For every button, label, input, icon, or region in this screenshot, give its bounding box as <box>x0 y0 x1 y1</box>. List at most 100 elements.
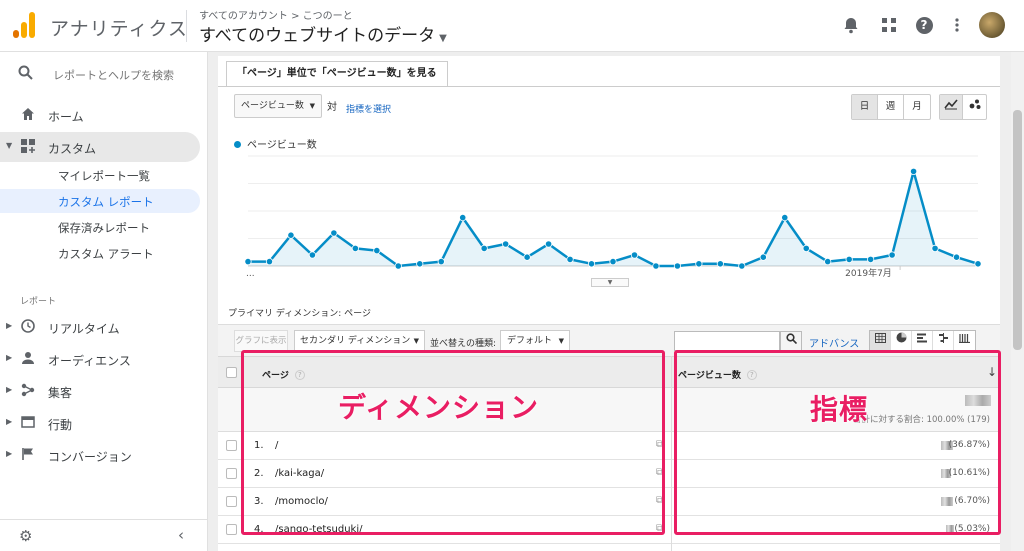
data-point <box>437 258 445 266</box>
data-point <box>759 253 767 261</box>
bell-icon[interactable] <box>840 14 862 36</box>
data-table-icon[interactable] <box>870 331 891 351</box>
data-point <box>909 167 918 175</box>
sidebar-subitem-custom-reports[interactable]: カスタム レポート <box>0 189 200 213</box>
sidebar-item-label: ホーム <box>48 110 84 124</box>
data-point <box>609 258 617 266</box>
metric-select[interactable]: ページビュー数 ▼ <box>234 94 322 118</box>
data-point <box>502 240 510 248</box>
data-point <box>802 244 810 253</box>
period-day-button[interactable]: 日 <box>852 95 878 119</box>
data-point <box>781 213 789 222</box>
chart-type-toggle <box>939 94 987 120</box>
motion-chart-icon[interactable] <box>963 95 986 119</box>
chart-collapse-handle[interactable]: ▼ <box>591 278 629 287</box>
sidebar-subitem-label: マイレポート一覧 <box>58 169 150 183</box>
advanced-filter-link[interactable]: アドバンス <box>809 335 859 350</box>
data-point <box>587 260 596 268</box>
metric-annotation-box <box>674 350 1001 535</box>
plot-rows-button[interactable]: グラフに表示 <box>234 330 288 352</box>
app-title: アナリティクス <box>50 18 188 40</box>
pivot-table-icon[interactable] <box>954 331 975 351</box>
dashboard-plus-icon <box>20 139 36 155</box>
comparison-icon[interactable] <box>933 331 954 351</box>
data-point <box>373 247 381 255</box>
sidebar-item-label: 行動 <box>48 418 73 432</box>
sidebar-item-realtime[interactable]: ▶ リアルタイム <box>0 312 200 342</box>
user-avatar[interactable] <box>979 12 1005 38</box>
data-point <box>265 258 274 266</box>
sort-type-select[interactable]: デフォルト ▼ <box>500 330 570 352</box>
chevron-left-icon[interactable]: ‹ <box>178 526 184 544</box>
gear-icon[interactable]: ⚙ <box>19 527 32 545</box>
sidebar-item-conversions[interactable]: ▶ コンバージョン <box>0 440 200 470</box>
data-point <box>480 244 488 253</box>
sidebar-item-behavior[interactable]: ▶ 行動 <box>0 408 200 438</box>
person-icon <box>20 351 36 367</box>
account-breadcrumb[interactable]: すべてのアカウント > こつのーと <box>199 7 353 22</box>
apps-grid-icon[interactable] <box>878 14 900 36</box>
expand-right-icon: ▶ <box>6 385 13 394</box>
column-divider <box>671 356 672 551</box>
dimension-annotation-label: ディメンション <box>338 391 540 424</box>
tab-divider <box>218 86 1000 87</box>
expand-right-icon: ▶ <box>6 449 13 458</box>
pageviews-line-chart[interactable]: ... 2019年7月 <box>228 152 988 278</box>
more-vert-icon[interactable] <box>946 14 968 36</box>
sort-type-value: デフォルト <box>507 336 553 346</box>
report-tab[interactable]: 「ページ」単位で「ページビュー数」を見る <box>226 61 448 87</box>
data-point <box>824 258 832 266</box>
page-scrollbar-thumb[interactable] <box>1013 110 1022 350</box>
help-icon[interactable]: ? <box>913 14 935 36</box>
data-point <box>716 260 724 268</box>
legend-swatch <box>234 141 241 148</box>
sidebar-item-home[interactable]: ホーム <box>0 100 200 130</box>
row-checkbox[interactable] <box>226 524 237 535</box>
sidebar-subitem-label: 保存済みレポート <box>58 221 150 235</box>
flag-icon <box>20 447 36 463</box>
data-point <box>931 244 939 253</box>
row-checkbox[interactable] <box>226 468 237 479</box>
sidebar-subitem-custom-alerts[interactable]: カスタム アラート <box>0 241 200 265</box>
sidebar-subitem-my-reports[interactable]: マイレポート一覧 <box>0 163 200 187</box>
select-all-checkbox[interactable] <box>226 367 237 378</box>
period-week-button[interactable]: 週 <box>878 95 904 119</box>
sidebar-item-acquisition[interactable]: ▶ 集客 <box>0 376 200 406</box>
pie-chart-icon[interactable] <box>891 331 912 351</box>
row-checkbox[interactable] <box>226 440 237 451</box>
sidebar-item-audience[interactable]: ▶ オーディエンス <box>0 344 200 374</box>
caret-down-icon: ▼ <box>309 102 315 110</box>
secondary-dimension-select[interactable]: セカンダリ ディメンション ▼ <box>294 330 425 352</box>
line-chart-icon[interactable] <box>940 95 963 119</box>
sidebar-item-custom[interactable]: ▼ カスタム <box>0 132 200 162</box>
data-point <box>888 251 896 259</box>
expand-right-icon: ▶ <box>6 353 13 362</box>
top-header: アナリティクス すべてのアカウント > こつのーと すべてのウェブサイトのデータ… <box>0 0 1024 52</box>
primary-dimension-label: プライマリ ディメンション: ページ <box>228 309 371 319</box>
search-icon <box>18 65 33 84</box>
performance-bars-icon[interactable] <box>912 331 933 351</box>
data-point <box>845 255 853 264</box>
x-tick-label: ... <box>246 269 255 278</box>
period-month-button[interactable]: 月 <box>904 95 930 119</box>
series-area <box>248 171 978 266</box>
behavior-icon <box>20 415 36 431</box>
choose-metric-link[interactable]: 指標を選択 <box>346 102 391 115</box>
search-icon[interactable] <box>780 331 802 351</box>
table-search-input[interactable] <box>674 331 780 351</box>
caret-down-icon: ▼ <box>439 33 447 44</box>
sidebar-subitem-saved-reports[interactable]: 保存済みレポート <box>0 215 200 239</box>
header-divider <box>186 10 187 42</box>
data-point <box>867 255 875 264</box>
sidebar-footer: ⚙ ‹ <box>0 519 208 551</box>
data-point <box>566 255 574 264</box>
sidebar-search[interactable]: レポートとヘルプを検索 <box>0 52 208 96</box>
sidebar: レポートとヘルプを検索 ホーム ▼ カスタム マイレポート一覧 カスタム レポー… <box>0 52 208 551</box>
property-view-selector[interactable]: すべてのウェブサイトのデータ ▼ <box>199 21 447 46</box>
row-checkbox[interactable] <box>226 496 237 507</box>
period-toggle: 日 週 月 <box>851 94 931 120</box>
search-placeholder: レポートとヘルプを検索 <box>53 69 174 82</box>
analytics-logo[interactable] <box>13 12 35 38</box>
sort-type-label: 並べ替えの種類: <box>430 339 497 349</box>
data-point <box>544 240 553 248</box>
